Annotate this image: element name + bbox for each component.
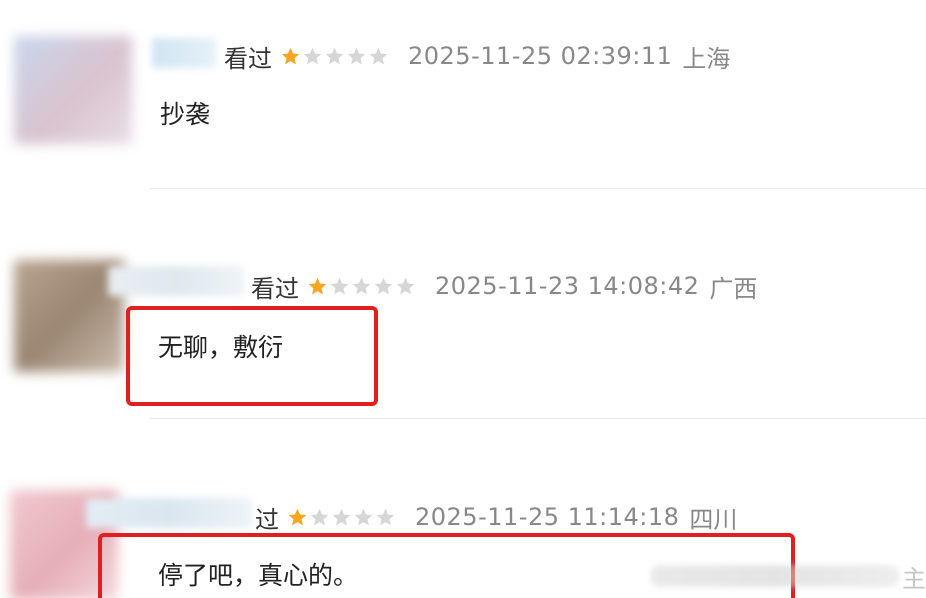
- star-empty-icon: [302, 46, 323, 67]
- review-comment: 停了吧，真心的。: [158, 561, 359, 590]
- review-list: 看过 2025-11-25 02:39:11 上海 抄袭 看过 2025-11-…: [0, 0, 926, 598]
- watch-status: 看过: [224, 44, 272, 73]
- star-empty-icon: [324, 46, 345, 67]
- star-empty-icon: [375, 507, 396, 528]
- review-location: 上海: [682, 44, 731, 73]
- watch-status: 过: [255, 505, 279, 534]
- username-blurred[interactable]: [108, 266, 244, 296]
- review-location: 广西: [709, 274, 758, 303]
- review-comment: 抄袭: [160, 100, 211, 129]
- star-filled-icon: [280, 46, 301, 67]
- username-blurred[interactable]: [152, 38, 216, 68]
- review-timestamp: 2025-11-23 14:08:42: [435, 272, 700, 300]
- review-timestamp: 2025-11-25 02:39:11: [408, 42, 673, 70]
- rating-stars: [280, 46, 390, 67]
- review-comment: 无聊，敷衍: [158, 333, 284, 362]
- star-empty-icon: [353, 507, 374, 528]
- review-location: 四川: [689, 505, 738, 534]
- rating-stars: [307, 276, 417, 297]
- review-meta: 看过 2025-11-25 02:39:11 上海: [224, 38, 730, 74]
- review-item: 看过 2025-11-23 14:08:42 广西 无聊，敷衍: [0, 190, 926, 420]
- star-empty-icon: [351, 276, 372, 297]
- review-item: 看过 2025-11-25 02:39:11 上海 抄袭: [0, 0, 926, 190]
- rating-stars: [287, 507, 397, 528]
- review-timestamp: 2025-11-25 11:14:18: [415, 503, 680, 531]
- star-empty-icon: [373, 276, 394, 297]
- watermark-blurred: [650, 565, 900, 587]
- watermark: 主: [650, 560, 926, 593]
- star-empty-icon: [329, 276, 350, 297]
- review-meta: 过 2025-11-25 11:14:18 四川: [255, 499, 737, 535]
- star-empty-icon: [309, 507, 330, 528]
- star-filled-icon: [287, 507, 308, 528]
- star-filled-icon: [307, 276, 328, 297]
- watch-status: 看过: [251, 274, 299, 303]
- divider: [150, 418, 926, 419]
- star-empty-icon: [346, 46, 367, 67]
- star-empty-icon: [368, 46, 389, 67]
- watermark-text: 主: [902, 564, 926, 593]
- star-empty-icon: [395, 276, 416, 297]
- divider: [150, 188, 926, 189]
- username-blurred[interactable]: [86, 498, 252, 528]
- review-meta: 看过 2025-11-23 14:08:42 广西: [251, 268, 757, 304]
- avatar[interactable]: [14, 36, 132, 144]
- star-empty-icon: [331, 507, 352, 528]
